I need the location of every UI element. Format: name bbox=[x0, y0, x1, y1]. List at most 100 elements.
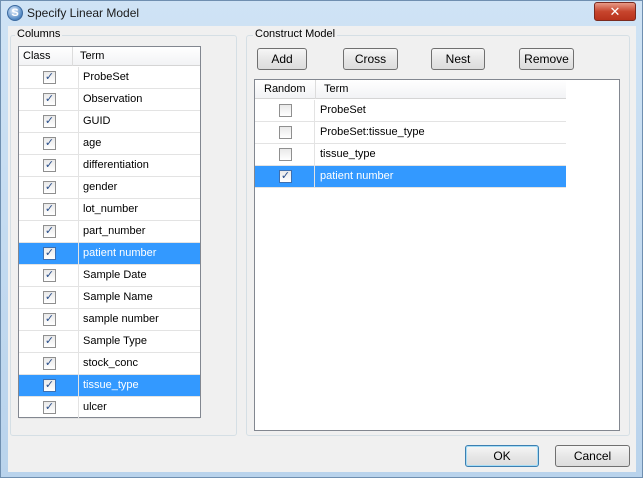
column-header-class[interactable]: Class bbox=[23, 50, 51, 62]
row-term-label: age bbox=[83, 137, 102, 149]
row-checkbox[interactable]: ✓ bbox=[279, 170, 292, 183]
add-button[interactable]: Add bbox=[257, 48, 307, 70]
cancel-button[interactable]: Cancel bbox=[555, 445, 630, 467]
list-row[interactable]: ✓ gender bbox=[19, 177, 200, 199]
list-row[interactable]: ✓ lot_number bbox=[19, 199, 200, 221]
row-term-label: patient number bbox=[83, 247, 157, 259]
cross-button[interactable]: Cross bbox=[343, 48, 398, 70]
checkmark-icon: ✓ bbox=[44, 137, 55, 149]
list-row[interactable]: ✓ Sample Type bbox=[19, 331, 200, 353]
row-checkbox[interactable]: ✓ bbox=[43, 357, 56, 370]
list-row[interactable]: ✓ differentiation bbox=[19, 155, 200, 177]
row-term-label: ProbeSet bbox=[320, 104, 366, 116]
list-row[interactable]: ✓ part_number bbox=[19, 221, 200, 243]
check-cell: ✓ bbox=[19, 243, 79, 264]
check-cell: ✓ bbox=[19, 133, 79, 154]
dialog-client-area: Columns Class Term ✓ ProbeSet ✓ Observation… bbox=[8, 26, 636, 472]
list-row[interactable]: tissue_type bbox=[255, 144, 566, 166]
list-row[interactable]: ProbeSet:tissue_type bbox=[255, 122, 566, 144]
row-checkbox[interactable]: ✓ bbox=[43, 225, 56, 238]
app-logo-icon: S bbox=[7, 5, 23, 21]
row-checkbox[interactable] bbox=[279, 126, 292, 139]
checkmark-icon: ✓ bbox=[280, 170, 291, 182]
check-cell: ✓ bbox=[19, 397, 79, 418]
checkmark-icon: ✓ bbox=[44, 335, 55, 347]
row-term-label: Sample Type bbox=[83, 335, 148, 347]
list-row[interactable]: ProbeSet bbox=[255, 100, 566, 122]
check-cell bbox=[255, 144, 315, 165]
list-row[interactable]: ✓ GUID bbox=[19, 111, 200, 133]
checkmark-icon: ✓ bbox=[44, 401, 55, 413]
row-checkbox[interactable] bbox=[279, 148, 292, 161]
row-checkbox[interactable]: ✓ bbox=[43, 203, 56, 216]
row-checkbox[interactable]: ✓ bbox=[43, 137, 56, 150]
list-row[interactable]: ✓ tissue_type bbox=[19, 375, 200, 397]
row-term-label: Sample Date bbox=[83, 269, 147, 281]
row-checkbox[interactable] bbox=[279, 104, 292, 117]
check-cell: ✓ bbox=[19, 287, 79, 308]
checkmark-icon: ✓ bbox=[44, 159, 55, 171]
check-cell: ✓ bbox=[19, 67, 79, 88]
model-terms-header: Random Term bbox=[255, 80, 566, 99]
checkmark-icon: ✓ bbox=[44, 357, 55, 369]
list-row[interactable]: ✓ patient number bbox=[255, 166, 566, 188]
checkmark-icon: ✓ bbox=[44, 115, 55, 127]
row-checkbox[interactable]: ✓ bbox=[43, 291, 56, 304]
nest-button[interactable]: Nest bbox=[431, 48, 485, 70]
checkmark-icon: ✓ bbox=[44, 313, 55, 325]
row-checkbox[interactable]: ✓ bbox=[43, 247, 56, 260]
row-term-label: stock_conc bbox=[83, 357, 139, 369]
row-checkbox[interactable]: ✓ bbox=[43, 71, 56, 84]
row-checkbox[interactable]: ✓ bbox=[43, 401, 56, 414]
list-row[interactable]: ✓ patient number bbox=[19, 243, 200, 265]
list-row[interactable]: ✓ ulcer bbox=[19, 397, 200, 419]
list-row[interactable]: ✓ age bbox=[19, 133, 200, 155]
row-checkbox[interactable]: ✓ bbox=[43, 313, 56, 326]
row-checkbox[interactable]: ✓ bbox=[43, 93, 56, 106]
columns-group: Columns Class Term ✓ ProbeSet ✓ Observation… bbox=[10, 28, 237, 436]
list-row[interactable]: ✓ ProbeSet bbox=[19, 67, 200, 89]
construct-model-group-label: Construct Model bbox=[253, 28, 338, 40]
model-terms-list[interactable]: Random Term ProbeSet ProbeSet:tissue_type… bbox=[254, 79, 620, 431]
checkmark-icon: ✓ bbox=[44, 203, 55, 215]
check-cell: ✓ bbox=[19, 309, 79, 330]
close-icon: ✕ bbox=[609, 4, 621, 19]
row-term-label: GUID bbox=[83, 115, 111, 127]
row-term-label: differentiation bbox=[83, 159, 149, 171]
check-cell: ✓ bbox=[19, 221, 79, 242]
check-cell: ✓ bbox=[255, 166, 315, 187]
dialog-window: S Specify Linear Model ✕ Columns Class T… bbox=[0, 0, 643, 478]
check-cell: ✓ bbox=[19, 89, 79, 110]
check-cell: ✓ bbox=[19, 199, 79, 220]
column-header-random[interactable]: Random bbox=[264, 83, 306, 95]
row-checkbox[interactable]: ✓ bbox=[43, 269, 56, 282]
checkmark-icon: ✓ bbox=[44, 93, 55, 105]
ok-button[interactable]: OK bbox=[465, 445, 539, 467]
check-cell: ✓ bbox=[19, 375, 79, 396]
row-checkbox[interactable]: ✓ bbox=[43, 181, 56, 194]
row-term-label: ProbeSet bbox=[83, 71, 129, 83]
list-row[interactable]: ✓ sample number bbox=[19, 309, 200, 331]
close-button[interactable]: ✕ bbox=[594, 2, 636, 21]
row-checkbox[interactable]: ✓ bbox=[43, 115, 56, 128]
column-header-term[interactable]: Term bbox=[324, 83, 348, 95]
list-row[interactable]: ✓ Observation bbox=[19, 89, 200, 111]
list-row[interactable]: ✓ Sample Name bbox=[19, 287, 200, 309]
check-cell: ✓ bbox=[19, 331, 79, 352]
title-bar[interactable]: S Specify Linear Model ✕ bbox=[1, 1, 642, 26]
row-checkbox[interactable]: ✓ bbox=[43, 159, 56, 172]
list-row[interactable]: ✓ Sample Date bbox=[19, 265, 200, 287]
row-checkbox[interactable]: ✓ bbox=[43, 335, 56, 348]
list-row[interactable]: ✓ stock_conc bbox=[19, 353, 200, 375]
checkmark-icon: ✓ bbox=[44, 379, 55, 391]
column-header-term[interactable]: Term bbox=[80, 50, 104, 62]
check-cell bbox=[255, 122, 315, 143]
row-checkbox[interactable]: ✓ bbox=[43, 379, 56, 392]
remove-button[interactable]: Remove bbox=[519, 48, 574, 70]
row-term-label: ProbeSet:tissue_type bbox=[320, 126, 425, 138]
check-cell: ✓ bbox=[19, 155, 79, 176]
checkmark-icon: ✓ bbox=[44, 225, 55, 237]
row-term-label: ulcer bbox=[83, 401, 107, 413]
row-term-label: Sample Name bbox=[83, 291, 153, 303]
columns-list[interactable]: Class Term ✓ ProbeSet ✓ Observation ✓ GUID ✓ ag… bbox=[18, 46, 201, 419]
